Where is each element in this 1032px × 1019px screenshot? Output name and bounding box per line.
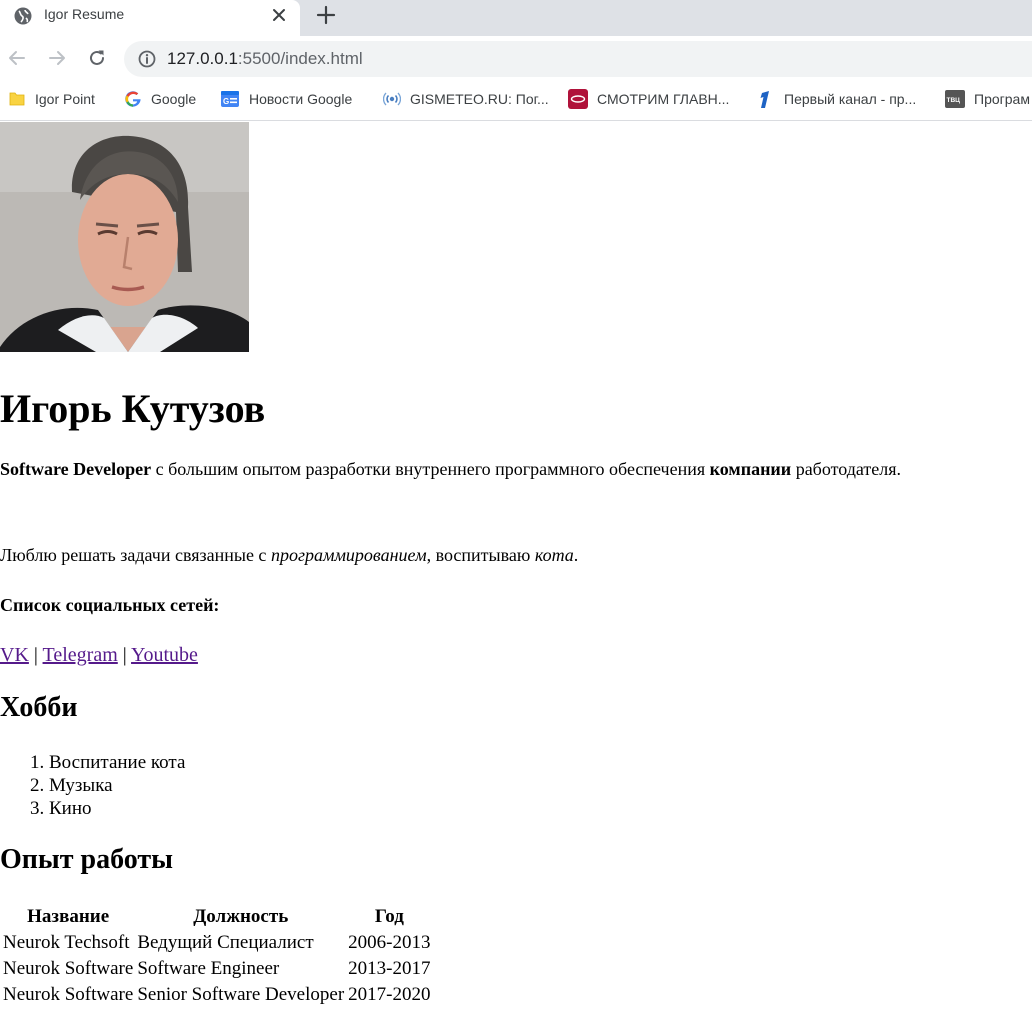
intro-text-end: работодателя.	[791, 459, 902, 479]
hobby-heading: Хобби	[0, 692, 78, 723]
cell-year: 2017-2020	[348, 984, 431, 1005]
forward-arrow-icon[interactable]	[46, 47, 68, 69]
channel-one-icon	[760, 91, 769, 108]
close-tab-icon[interactable]	[270, 6, 288, 24]
intro-strong-company: компании	[709, 459, 792, 479]
table-row: Neurok Techsoft Ведущий Специалист 2006-…	[2, 931, 431, 955]
url-host: 127.0.0.1	[167, 49, 238, 68]
work-experience-table: Название Должность Год Neurok Techsoft В…	[0, 903, 433, 1009]
link-telegram[interactable]: Telegram	[43, 644, 118, 666]
intro-strong-role: Software Developer	[0, 459, 152, 479]
folder-icon	[9, 92, 25, 106]
cell-company: Neurok Techsoft	[3, 932, 130, 953]
new-tab-plus-icon[interactable]	[315, 4, 337, 26]
interests-em-cat: кота	[534, 545, 574, 565]
address-bar[interactable]: 127.0.0.1:5500/index.html	[124, 41, 1032, 77]
cell-position: Senior Software Developer	[137, 984, 345, 1005]
bookmark-tvc[interactable]: ТВЦ Програм	[945, 88, 1030, 110]
profile-photo	[0, 122, 249, 352]
interests-text-end: .	[573, 545, 579, 565]
browser-toolbar: 127.0.0.1:5500/index.html	[0, 36, 1032, 80]
bookmarks-bar: Igor Point Google G Новости Google GISME…	[0, 80, 1032, 121]
link-vk[interactable]: VK	[0, 644, 29, 666]
bookmark-channel-one[interactable]: Первый канал - пр...	[755, 88, 916, 110]
cell-company: Neurok Software	[3, 958, 134, 979]
link-youtube[interactable]: Youtube	[131, 644, 198, 666]
bookmark-label: Igor Point	[35, 91, 95, 107]
interests-text: Люблю решать задачи связанные с	[0, 545, 271, 565]
tab-strip: Igor Resume	[0, 0, 1032, 36]
page-content: Игорь Кутузов Software Developer с больш…	[0, 122, 1032, 1019]
table-row: Neurok Software Senior Software Develope…	[2, 983, 431, 1007]
svg-text:ТВЦ: ТВЦ	[947, 97, 961, 104]
cell-year: 2006-2013	[348, 932, 431, 953]
bookmark-google-news[interactable]: G Новости Google	[220, 88, 352, 110]
bookmark-label: Первый канал - пр...	[784, 91, 917, 107]
cell-position: Software Engineer	[137, 958, 280, 979]
browser-tab[interactable]: Igor Resume	[0, 0, 300, 36]
hobby-list: Воспитание кота Музыка Кино	[0, 751, 185, 820]
smotrim-icon	[568, 89, 588, 109]
cell-company: Neurok Software	[3, 984, 134, 1005]
intro-paragraph: Software Developer с большим опытом разр…	[0, 459, 901, 480]
bookmark-gismeteo[interactable]: GISMETEO.RU: Пог...	[383, 88, 549, 110]
link-separator: |	[28, 644, 43, 666]
social-title: Список социальных сетей:	[0, 595, 220, 615]
svg-text:G: G	[223, 97, 229, 106]
site-info-icon[interactable]	[137, 49, 157, 69]
cell-year: 2013-2017	[348, 958, 431, 979]
globe-icon	[14, 7, 32, 25]
url-path: :5500/index.html	[237, 49, 363, 68]
bookmark-label: Новости Google	[249, 91, 353, 107]
google-icon	[125, 91, 141, 107]
reload-icon[interactable]	[86, 47, 108, 69]
bookmark-google[interactable]: Google	[124, 88, 196, 110]
table-header-row: Название Должность Год	[2, 905, 431, 929]
list-item: Кино	[49, 797, 185, 820]
work-heading: Опыт работы	[0, 844, 173, 875]
interests-paragraph: Люблю решать задачи связанные с программ…	[0, 545, 578, 566]
link-separator: |	[117, 644, 132, 666]
gismeteo-icon	[383, 92, 401, 106]
column-header-company: Название	[27, 906, 110, 927]
column-header-position: Должность	[193, 906, 289, 927]
bookmark-label: СМОТРИМ ГЛАВН...	[597, 91, 730, 107]
interests-em-programming: программированием	[270, 545, 427, 565]
google-news-icon: G	[221, 91, 239, 107]
tab-title: Igor Resume	[44, 6, 125, 22]
url-text[interactable]: 127.0.0.1:5500/index.html	[167, 49, 363, 69]
social-links: VK | Telegram | Youtube	[0, 644, 198, 667]
table-row: Neurok Software Software Engineer 2013-2…	[2, 957, 431, 981]
list-item: Музыка	[49, 774, 185, 797]
back-arrow-icon[interactable]	[6, 47, 28, 69]
interests-text-mid: , воспитываю	[426, 545, 535, 565]
bookmark-label: Програм	[974, 91, 1030, 107]
bookmark-label: GISMETEO.RU: Пог...	[410, 91, 549, 107]
bookmark-smotrim[interactable]: СМОТРИМ ГЛАВН...	[568, 88, 729, 110]
cell-position: Ведущий Специалист	[137, 932, 314, 953]
page-title: Игорь Кутузов	[0, 386, 266, 431]
intro-text: с большим опытом разработки внутреннего …	[151, 459, 710, 479]
bookmark-igor-point[interactable]: Igor Point	[8, 88, 95, 110]
list-item: Воспитание кота	[49, 751, 185, 774]
column-header-year: Год	[374, 906, 404, 927]
tvc-icon: ТВЦ	[945, 90, 965, 108]
bookmark-label: Google	[151, 91, 197, 107]
